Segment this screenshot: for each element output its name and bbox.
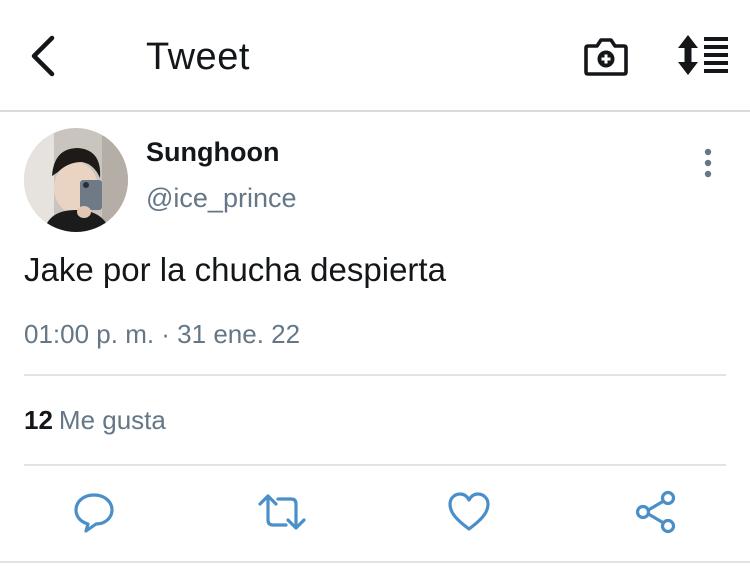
sort-list-icon [678,35,728,75]
tweet-timestamp: 01:00 p. m. · 31 ene. 22 [24,319,301,349]
likes-count: 12 [24,405,53,435]
sort-button[interactable] [674,34,730,76]
likes-summary[interactable]: 12 Me gusta [24,404,166,436]
avatar-image [24,128,128,232]
tweet-detail-screen: Tweet Sunghoon @ice_prince Jake por la c… [0,0,750,567]
divider [24,464,726,466]
reply-icon [74,493,114,533]
share-icon [635,490,676,534]
header-bar: Tweet [0,0,750,112]
chevron-left-icon [31,35,55,77]
author-display-name[interactable]: Sunghoon [146,136,279,168]
likes-label: Me gusta [58,405,166,435]
reply-button[interactable] [72,490,116,534]
share-button[interactable] [634,490,678,534]
more-vertical-icon [704,148,712,178]
author-handle[interactable]: @ice_prince [146,182,296,214]
tweet-text: Jake por la chucha despierta [24,251,446,288]
like-button[interactable] [447,490,491,534]
avatar[interactable] [24,128,128,232]
divider [24,374,726,376]
back-button[interactable] [22,30,66,82]
page-title: Tweet [146,36,250,78]
camera-plus-icon [584,38,628,76]
divider [0,561,750,563]
more-options-button[interactable] [692,146,724,180]
retweet-button[interactable] [258,490,306,534]
heart-icon [448,492,490,531]
camera-button[interactable] [582,34,630,78]
retweet-icon [258,494,306,530]
